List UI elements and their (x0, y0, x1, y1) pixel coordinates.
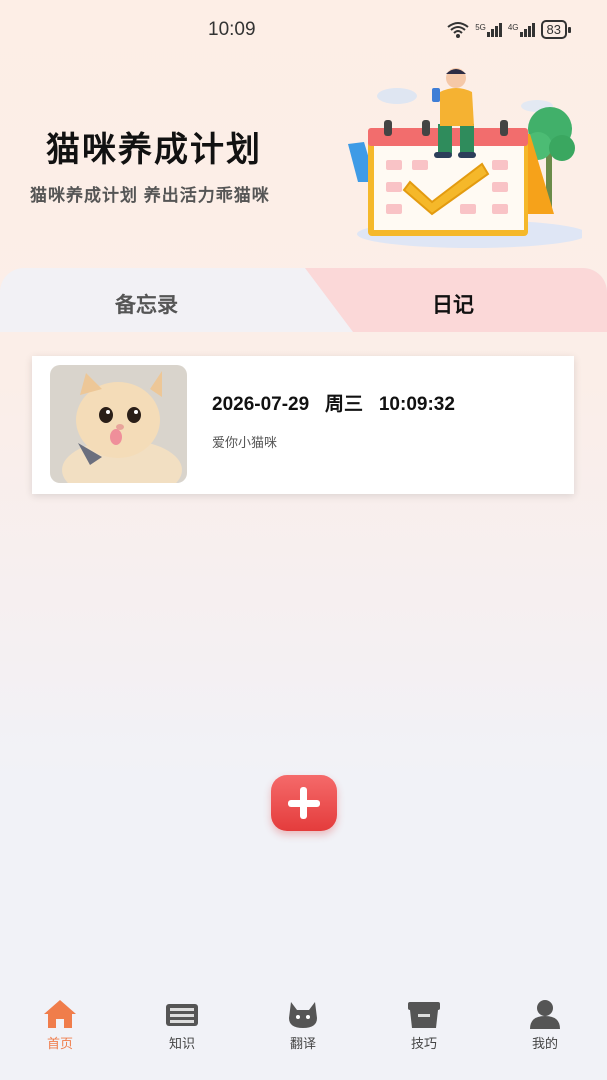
nav-item-profile[interactable]: 我的 (505, 998, 585, 1052)
tab-bar (0, 268, 607, 332)
add-button[interactable] (271, 775, 337, 831)
nav-label-tips: 技巧 (410, 1037, 437, 1052)
tab-memo-label[interactable]: 备忘录 (115, 289, 178, 319)
nav-item-translate[interactable]: 翻译 (263, 998, 343, 1052)
home-icon (44, 1000, 76, 1028)
bottom-nav: 首页 知识 翻译 技巧 我的 (0, 990, 607, 1080)
battery-level: 83 (540, 20, 567, 39)
page-title: 猫咪养成计划 (46, 131, 262, 169)
tab-diary-label[interactable]: 日记 (432, 289, 474, 319)
books-icon (166, 1004, 198, 1026)
nav-item-home[interactable]: 首页 (20, 998, 100, 1052)
status-bar: 10:09 5G 4G 83 (0, 0, 607, 62)
battery-icon: 83 (540, 20, 571, 39)
entry-datetime: 2026-07-29 周三 10:09:32 (212, 394, 455, 415)
wifi-icon (447, 21, 469, 38)
status-time: 10:09 (208, 19, 256, 40)
cat-icon (289, 1002, 317, 1028)
page-subtitle: 猫咪养成计划 养出活力乖猫咪 (30, 186, 270, 205)
signal-5g-icon: 5G (475, 22, 502, 37)
cat-photo (50, 365, 187, 483)
signal-4g-icon: 4G (508, 22, 535, 37)
status-icons: 5G 4G 83 (447, 20, 571, 39)
box-icon (408, 1002, 440, 1028)
nav-label-translate: 翻译 (289, 1037, 316, 1052)
nav-item-tips[interactable]: 技巧 (384, 998, 464, 1052)
nav-item-knowledge[interactable]: 知识 (142, 998, 222, 1052)
entry-text: 爱你小猫咪 (212, 436, 278, 451)
user-icon (530, 1000, 560, 1029)
nav-label-home: 首页 (46, 1037, 73, 1052)
nav-label-profile: 我的 (531, 1037, 558, 1052)
nav-label-knowledge: 知识 (168, 1037, 195, 1052)
calendar-illustration (348, 68, 582, 248)
diary-entry-card[interactable]: 2026-07-29 周三 10:09:32 爱你小猫咪 (32, 356, 574, 494)
